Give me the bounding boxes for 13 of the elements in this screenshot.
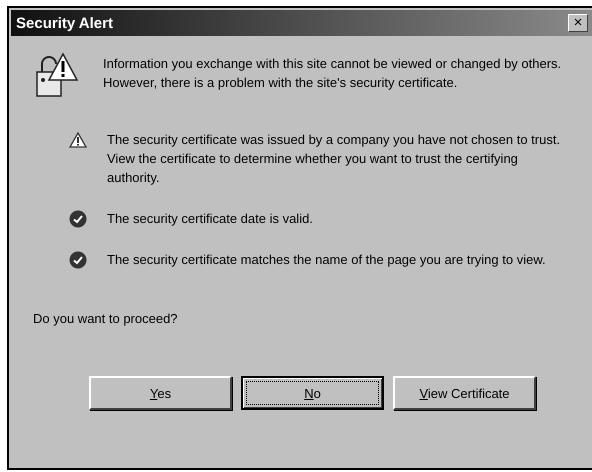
close-button[interactable]: × bbox=[568, 14, 588, 32]
dialog-button[interactable]: No bbox=[241, 376, 384, 410]
question-text: Do you want to proceed? bbox=[33, 310, 179, 328]
warning-icon bbox=[69, 132, 87, 148]
intro-text: Information you exchange with this site cannot be viewed or changed by others. However, there is a problem with the site's security certificate. bbox=[103, 55, 562, 92]
check-icon bbox=[69, 210, 87, 228]
window-title: Security Alert bbox=[16, 14, 113, 32]
certificate-message: The security certificate matches the name of the page you are trying to view. bbox=[107, 251, 546, 269]
check-icon bbox=[69, 251, 87, 269]
dialog-button[interactable]: Yes bbox=[89, 376, 232, 410]
certificate-message: The security certificate date is valid. bbox=[107, 210, 313, 228]
dialog-button[interactable]: View Certificate bbox=[393, 376, 536, 410]
certificate-message: The security certificate was issued by a company you have not chosen to trust. View the certificate to determine whether you want to trust the certifying authority. bbox=[107, 131, 562, 187]
